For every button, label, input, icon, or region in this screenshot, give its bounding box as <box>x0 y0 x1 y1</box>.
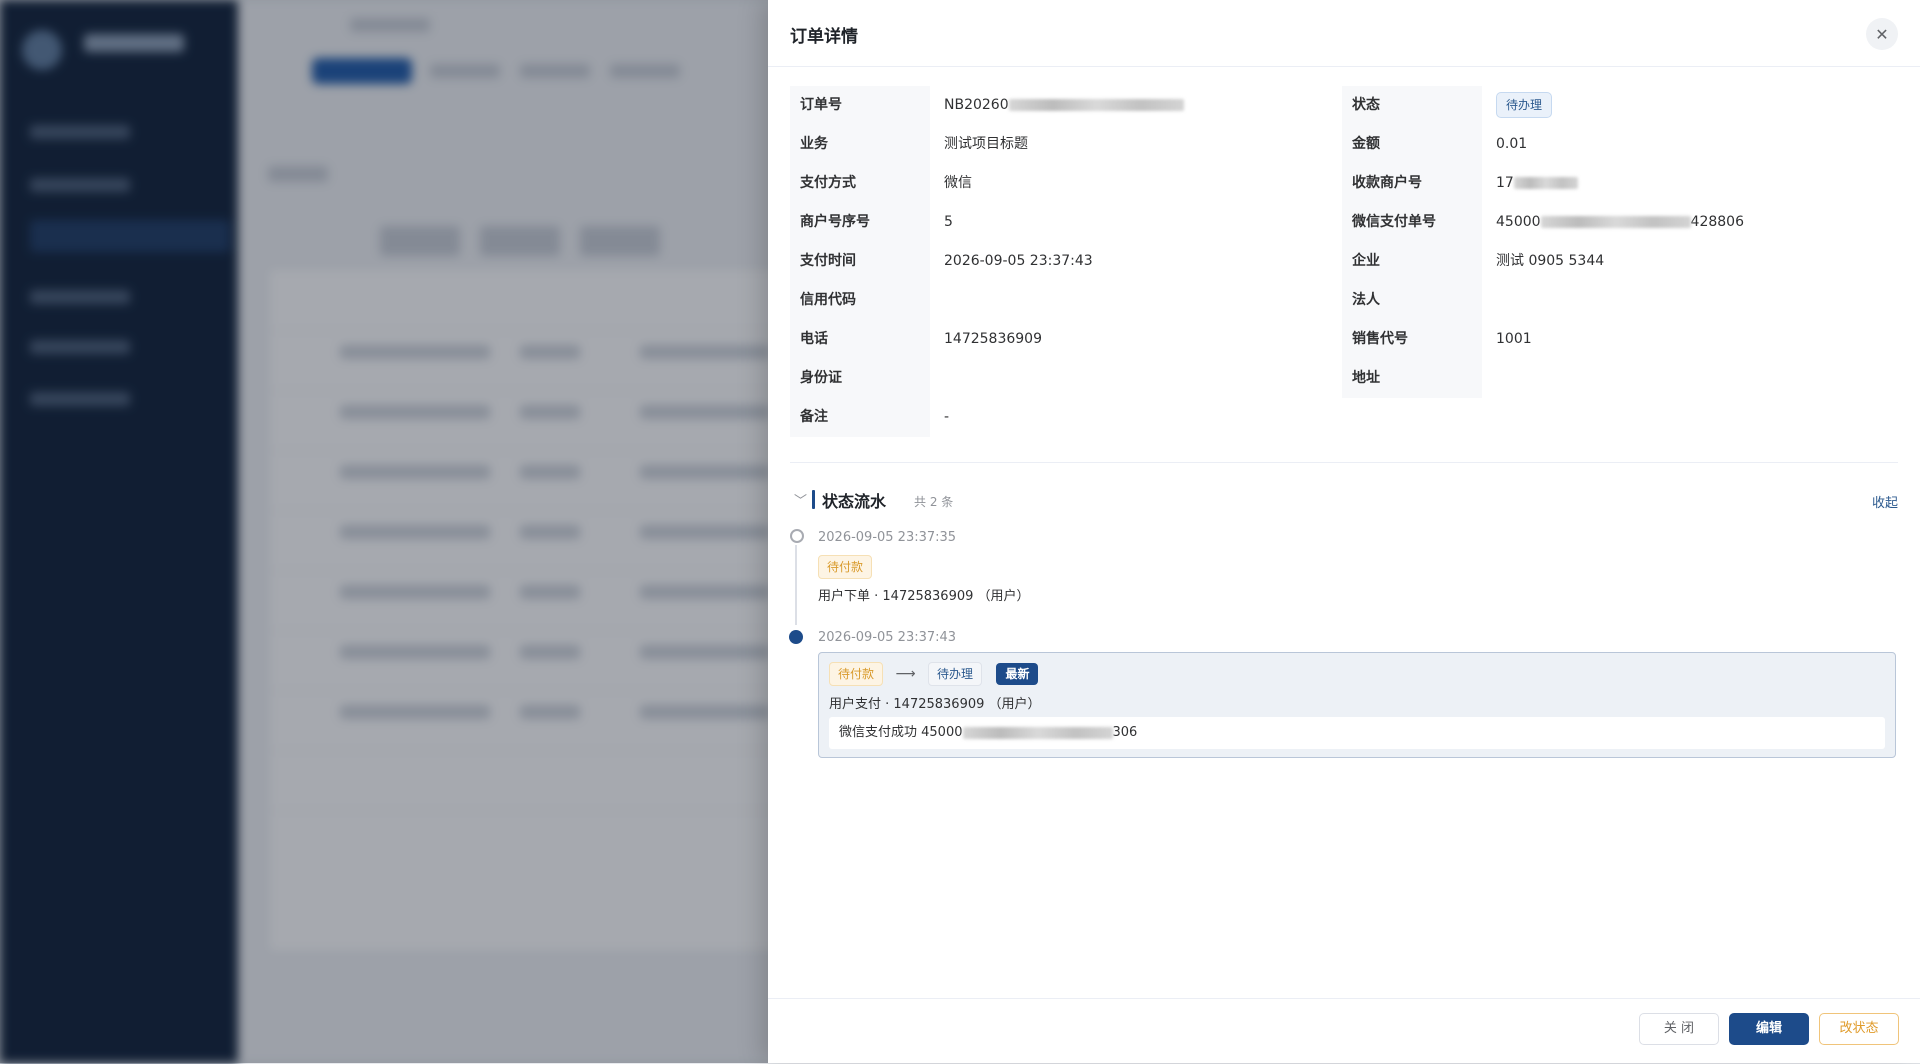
arrow-right-icon: ⟶ <box>895 666 916 682</box>
detail-label: 支付时间 <box>790 242 930 281</box>
detail-label: 法人 <box>1342 281 1482 320</box>
event-description: 用户支付 · 14725836909 （用户） <box>829 697 1041 712</box>
detail-label: 身份证 <box>790 359 930 398</box>
receiving-merchant-value: 17 <box>1496 164 1578 203</box>
note-prefix: 微信支付成功 45000 <box>839 725 963 740</box>
order-no-value: NB20260 <box>944 86 1184 125</box>
timeline-dot <box>790 529 804 543</box>
status-flow-title: 状态流水 <box>822 492 887 511</box>
chevron-down-icon[interactable]: ﹀ <box>794 490 807 509</box>
remark-value: - <box>944 409 950 425</box>
status-value: 待办理 <box>1496 86 1553 125</box>
order-no-text: NB20260 <box>944 97 1009 113</box>
close-button[interactable]: ✕ <box>1866 18 1898 50</box>
amount-value: 0.01 <box>1496 136 1528 152</box>
drawer-header: 订单详情 ✕ <box>768 0 1920 67</box>
event-timestamp: 2026-09-05 23:37:43 <box>818 630 957 645</box>
order-detail-drawer: 订单详情 ✕ 订单号 NB20260 业务 测试项目标题 支付方式 微信 商户号… <box>768 0 1920 1063</box>
detail-label: 信用代码 <box>790 281 930 320</box>
timeline-line <box>795 545 797 625</box>
redacted-block <box>1008 99 1184 111</box>
sales-code-value: 1001 <box>1496 331 1532 347</box>
change-status-button[interactable]: 改状态 <box>1819 1013 1899 1045</box>
wechat-order-suffix: 428806 <box>1690 214 1744 230</box>
detail-label: 电话 <box>790 320 930 359</box>
detail-label: 商户号序号 <box>790 203 930 242</box>
merchant-index-value: 5 <box>944 214 953 230</box>
detail-label: 地址 <box>1342 359 1482 398</box>
status-transition: 待付款 ⟶ 待办理 最新 <box>829 662 1039 686</box>
status-badge: 待办理 <box>1496 92 1553 118</box>
wechat-order-value: 45000 428806 <box>1496 203 1744 242</box>
detail-label: 收款商户号 <box>1342 164 1482 203</box>
status-flow-count: 共 2 条 <box>914 495 954 509</box>
business-value: 测试项目标题 <box>944 136 1028 152</box>
edit-button[interactable]: 编辑 <box>1729 1013 1809 1045</box>
drawer-title: 订单详情 <box>790 27 858 47</box>
close-icon: ✕ <box>1875 24 1889 44</box>
company-value: 测试 0905 5344 <box>1496 253 1605 269</box>
wechat-order-prefix: 45000 <box>1496 214 1541 230</box>
collapse-link[interactable]: 收起 <box>1872 492 1898 511</box>
detail-label: 支付方式 <box>790 164 930 203</box>
detail-label: 业务 <box>790 125 930 164</box>
timeline-dot-latest <box>789 630 803 644</box>
detail-label: 微信支付单号 <box>1342 203 1482 242</box>
event-timestamp: 2026-09-05 23:37:35 <box>818 530 957 545</box>
note-suffix: 306 <box>1112 725 1138 740</box>
detail-label: 备注 <box>790 398 930 437</box>
receiving-merchant-text: 17 <box>1496 175 1514 191</box>
payment-method-value: 微信 <box>944 175 972 191</box>
detail-label: 销售代号 <box>1342 320 1482 359</box>
section-divider <box>790 462 1898 463</box>
event-status: 待付款 <box>818 555 873 579</box>
section-accent-bar <box>812 490 815 509</box>
detail-label: 状态 <box>1342 86 1482 125</box>
redacted-block <box>1513 177 1578 189</box>
event-note: 微信支付成功 45000 306 <box>829 717 1885 749</box>
phone-value: 14725836909 <box>944 331 1042 347</box>
latest-event-card: 待付款 ⟶ 待办理 最新 用户支付 · 14725836909 （用户） 微信支… <box>818 652 1896 758</box>
status-flow-header: ﹀ 状态流水 共 2 条 收起 <box>790 486 1898 514</box>
detail-label: 订单号 <box>790 86 930 125</box>
detail-label: 金额 <box>1342 125 1482 164</box>
detail-label: 企业 <box>1342 242 1482 281</box>
payment-time-value: 2026-09-05 23:37:43 <box>944 253 1093 269</box>
redacted-block <box>1540 216 1691 228</box>
redacted-block <box>962 726 1113 739</box>
status-badge: 待付款 <box>818 555 873 579</box>
to-status-badge: 待办理 <box>928 662 983 686</box>
from-status-badge: 待付款 <box>829 662 884 686</box>
drawer-footer: 关 闭 编辑 改状态 <box>768 998 1920 1064</box>
close-drawer-button[interactable]: 关 闭 <box>1639 1013 1719 1045</box>
latest-badge: 最新 <box>996 663 1039 685</box>
event-description: 用户下单 · 14725836909 （用户） <box>818 589 1030 604</box>
